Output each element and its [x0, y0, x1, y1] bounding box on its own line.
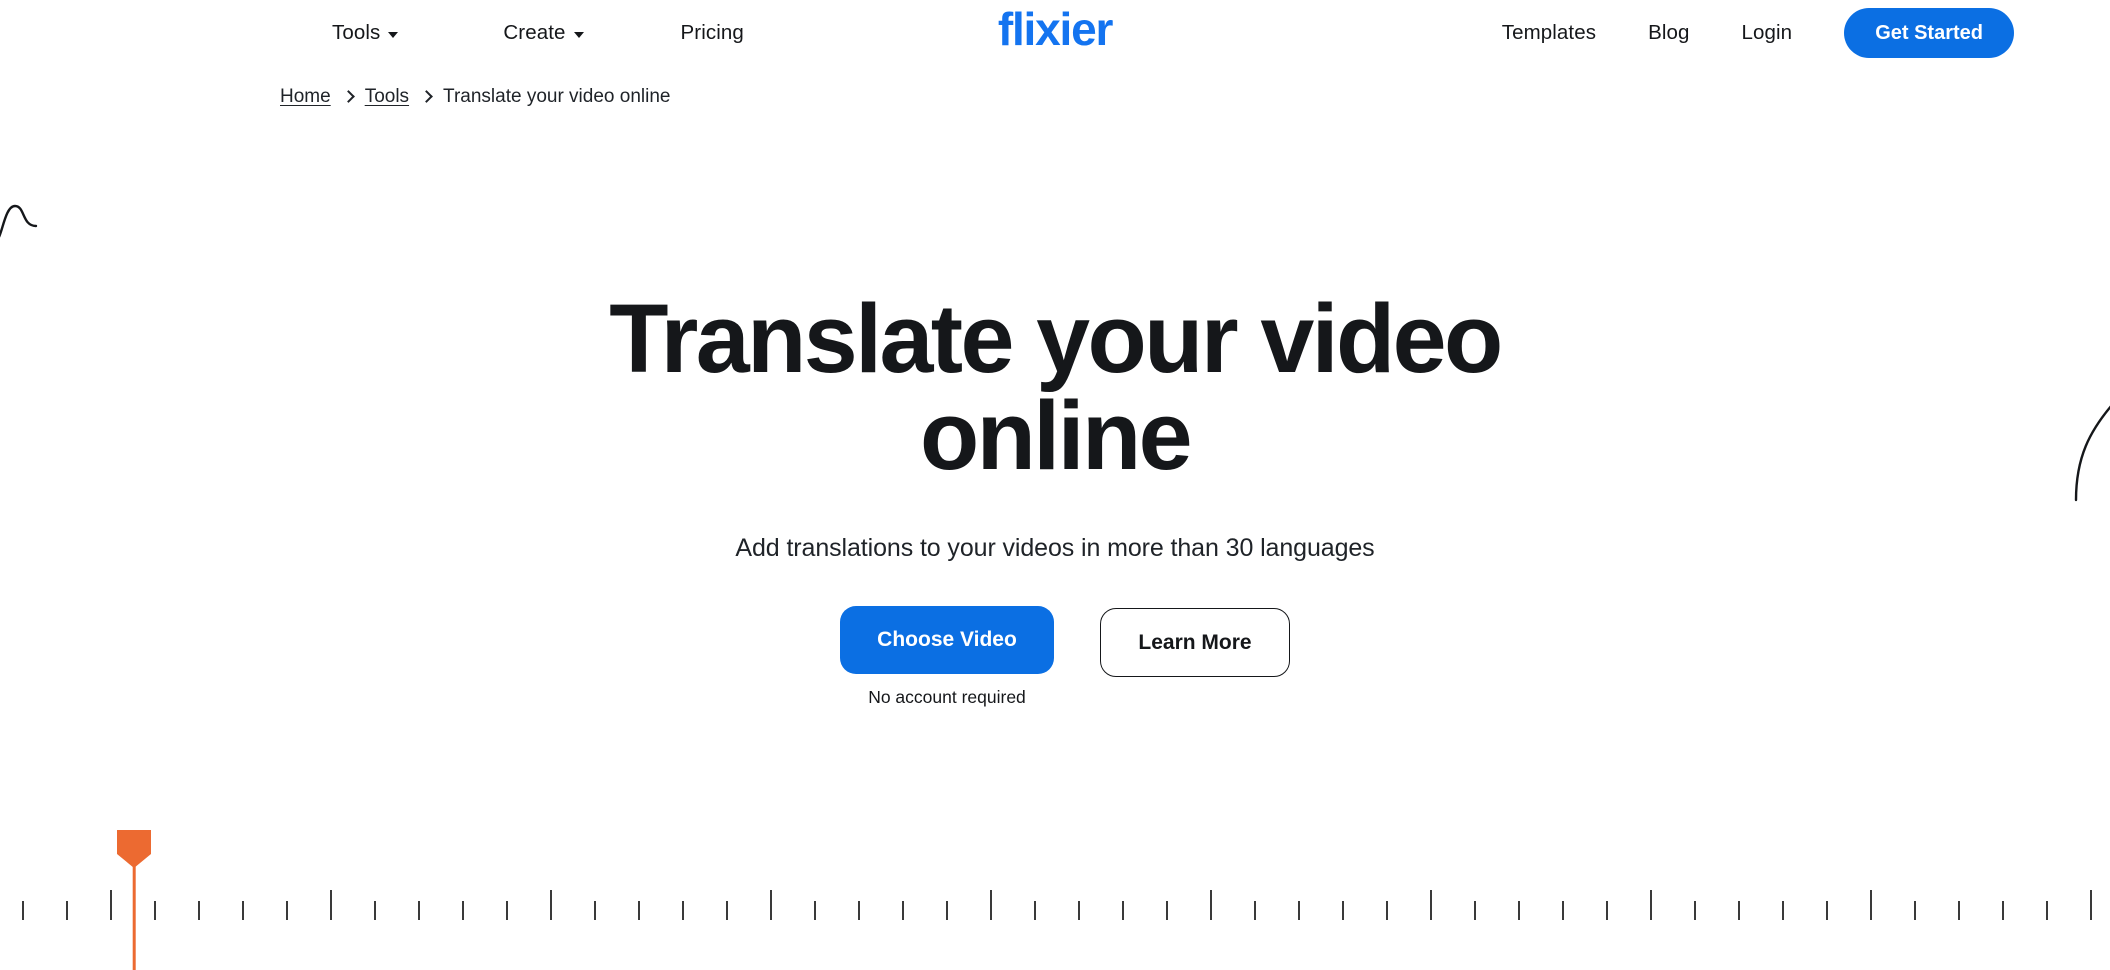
nav-item-login-label: Login: [1741, 21, 1793, 44]
timeline-tick-minor: [1254, 901, 1257, 920]
timeline-tick-major: [770, 890, 773, 920]
timeline-tick-major: [1430, 890, 1433, 920]
timeline-tick-minor: [902, 901, 905, 920]
page-title: Translate your video online: [609, 284, 1503, 490]
timeline-tick-minor: [858, 901, 861, 920]
timeline-ticks: [0, 880, 2110, 920]
timeline-tick-major: [110, 890, 113, 920]
timeline-tick-minor: [66, 901, 69, 920]
flixier-logo[interactable]: flixier: [998, 6, 1114, 52]
timeline-tick-minor: [506, 901, 509, 920]
timeline-tick-major: [990, 890, 993, 920]
timeline-tick-major: [2090, 890, 2093, 920]
nav-item-blog-label: Blog: [1648, 21, 1690, 44]
chevron-right-icon: [344, 91, 352, 104]
site-header: Tools Create Pricing flixier Templates B…: [0, 0, 2110, 66]
chevron-down-icon: [573, 31, 584, 38]
nav-item-templates-label: Templates: [1501, 21, 1597, 44]
timeline-tick-minor: [2002, 901, 2005, 920]
timeline-tick-minor: [1386, 901, 1389, 920]
timeline-tick-minor: [1606, 901, 1609, 920]
timeline-tick-minor: [594, 901, 597, 920]
timeline-tick-minor: [462, 901, 465, 920]
breadcrumb: Home Tools Translate your video online: [280, 86, 670, 108]
timeline-tick-major: [1210, 890, 1213, 920]
timeline-tick-minor: [682, 901, 685, 920]
timeline-tick-major: [1870, 890, 1873, 920]
timeline-tick-minor: [2046, 901, 2049, 920]
playhead-line: [132, 866, 136, 970]
timeline-tick-minor: [1298, 901, 1301, 920]
timeline-tick-minor: [286, 901, 289, 920]
nav-item-create-label: Create: [503, 21, 566, 44]
breadcrumb-item-current: Translate your video online: [443, 86, 671, 107]
timeline-tick-minor: [1474, 901, 1477, 920]
timeline-tick-minor: [154, 901, 157, 920]
timeline-tick-minor: [638, 901, 641, 920]
playhead-marker-icon[interactable]: [117, 830, 151, 868]
timeline-tick-minor: [1826, 901, 1829, 920]
hero-section: Translate your video online Add translat…: [0, 290, 2110, 708]
timeline-tick-minor: [1782, 901, 1785, 920]
get-started-button[interactable]: Get Started: [1844, 8, 2014, 58]
timeline-tick-minor: [1034, 901, 1037, 920]
timeline-tick-major: [1650, 890, 1653, 920]
hero-cta-row: Choose Video No account required Learn M…: [0, 606, 2110, 708]
chevron-right-icon: [422, 91, 430, 104]
timeline-tick-minor: [1694, 901, 1697, 920]
nav-item-tools-label: Tools: [332, 21, 381, 44]
timeline-tick-major: [550, 890, 553, 920]
nav-item-pricing[interactable]: Pricing: [681, 21, 744, 45]
timeline-tick-minor: [1958, 901, 1961, 920]
primary-cta-group: Choose Video No account required: [840, 606, 1054, 708]
no-account-note: No account required: [868, 687, 1026, 707]
timeline-ruler[interactable]: [0, 830, 2110, 970]
timeline-tick-minor: [1166, 901, 1169, 920]
nav-item-blog[interactable]: Blog: [1648, 21, 1689, 45]
timeline-tick-minor: [1078, 901, 1081, 920]
timeline-tick-minor: [1122, 901, 1125, 920]
timeline-tick-minor: [1562, 901, 1565, 920]
timeline-tick-minor: [946, 901, 949, 920]
chevron-down-icon: [388, 31, 399, 38]
timeline-tick-minor: [726, 901, 729, 920]
primary-nav-right: Templates Blog Login Get Started: [1502, 0, 2110, 66]
nav-item-login[interactable]: Login: [1742, 21, 1793, 45]
hero-subtitle: Add translations to your videos in more …: [735, 534, 1375, 562]
wave-squiggle-icon: [0, 196, 48, 246]
primary-nav-left: Tools Create Pricing: [332, 0, 744, 66]
nav-item-templates[interactable]: Templates: [1502, 21, 1596, 45]
nav-item-pricing-label: Pricing: [680, 21, 744, 44]
breadcrumb-item-home[interactable]: Home: [280, 86, 331, 108]
timeline-tick-minor: [1518, 901, 1521, 920]
timeline-tick-minor: [374, 901, 377, 920]
learn-more-button[interactable]: Learn More: [1100, 608, 1290, 677]
page-root: Tools Create Pricing flixier Templates B…: [0, 0, 2110, 970]
choose-video-button[interactable]: Choose Video: [840, 606, 1054, 674]
timeline-tick-minor: [1738, 901, 1741, 920]
nav-item-tools[interactable]: Tools: [332, 21, 399, 45]
timeline-tick-minor: [814, 901, 817, 920]
timeline-tick-minor: [418, 901, 421, 920]
timeline-tick-minor: [1342, 901, 1345, 920]
timeline-tick-minor: [22, 901, 25, 920]
timeline-tick-major: [330, 890, 333, 920]
breadcrumb-item-tools[interactable]: Tools: [365, 86, 409, 108]
timeline-tick-minor: [242, 901, 245, 920]
timeline-tick-minor: [1914, 901, 1917, 920]
nav-item-create[interactable]: Create: [503, 21, 584, 45]
timeline-tick-minor: [198, 901, 201, 920]
